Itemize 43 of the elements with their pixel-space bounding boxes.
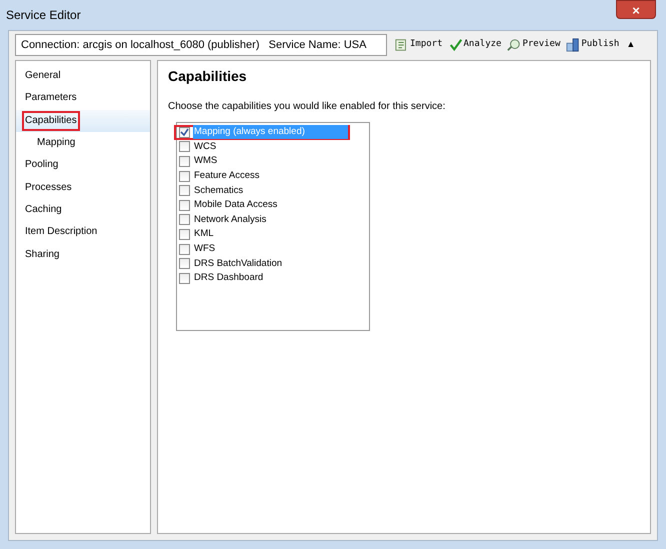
checkbox[interactable] <box>179 156 190 167</box>
capability-label[interactable]: Mobile Data Access <box>193 198 348 212</box>
connection-field: Connection: arcgis on localhost_6080 (publisher) Service Name: USA <box>15 34 387 56</box>
checkbox[interactable] <box>179 244 190 255</box>
capability-label[interactable]: WMS <box>193 154 348 169</box>
panel-title: Capabilities <box>168 67 248 86</box>
toolbar-button[interactable]: Analyze <box>448 34 502 54</box>
sidebar-item[interactable]: Mapping <box>34 133 78 154</box>
toolbar-button[interactable]: Import <box>395 34 443 54</box>
capability-label[interactable]: Schematics <box>193 184 348 198</box>
capability-label[interactable]: WCS <box>193 140 348 154</box>
capability-label[interactable]: DRS BatchValidation <box>193 256 348 271</box>
checkbox[interactable] <box>179 141 190 152</box>
checkbox[interactable] <box>179 228 190 240</box>
check-icon <box>448 38 463 52</box>
instruction-text: Choose the capabilities you would like enabled for this service: <box>168 100 446 114</box>
sidebar-item[interactable]: Sharing <box>22 244 62 265</box>
capability-label[interactable]: Network Analysis <box>193 212 348 227</box>
checkbox[interactable] <box>179 214 190 226</box>
checkbox[interactable] <box>179 258 190 270</box>
checkbox[interactable] <box>179 185 190 196</box>
checkbox[interactable] <box>179 170 190 182</box>
magnifier-icon <box>507 38 522 52</box>
window-title: Service Editor <box>6 7 81 24</box>
sidebar-item[interactable]: Pooling <box>22 155 62 176</box>
import-icon <box>395 38 409 52</box>
capability-label[interactable]: Feature Access <box>193 168 348 184</box>
collapse-button[interactable]: ▲ <box>626 38 636 52</box>
capability-label[interactable]: WFS <box>193 242 348 256</box>
capability-label[interactable]: KML <box>193 227 348 242</box>
toolbar-button[interactable]: Preview <box>507 34 560 54</box>
close-button[interactable]: × <box>616 0 656 19</box>
sidebar-item[interactable]: Processes <box>22 178 75 198</box>
checkbox[interactable] <box>179 126 190 138</box>
sidebar-item[interactable]: General <box>22 66 64 86</box>
sidebar-item[interactable]: Parameters <box>22 88 80 108</box>
toolbar-button[interactable]: Publish <box>566 34 620 54</box>
sidebar-item[interactable]: Caching <box>22 200 65 220</box>
checkbox[interactable] <box>179 272 190 284</box>
checkbox[interactable] <box>179 200 190 211</box>
sidebar-item[interactable]: Item Description <box>22 222 100 242</box>
sidebar-item[interactable]: Capabilities <box>22 110 80 131</box>
capability-label[interactable]: DRS Dashboard <box>193 271 348 286</box>
